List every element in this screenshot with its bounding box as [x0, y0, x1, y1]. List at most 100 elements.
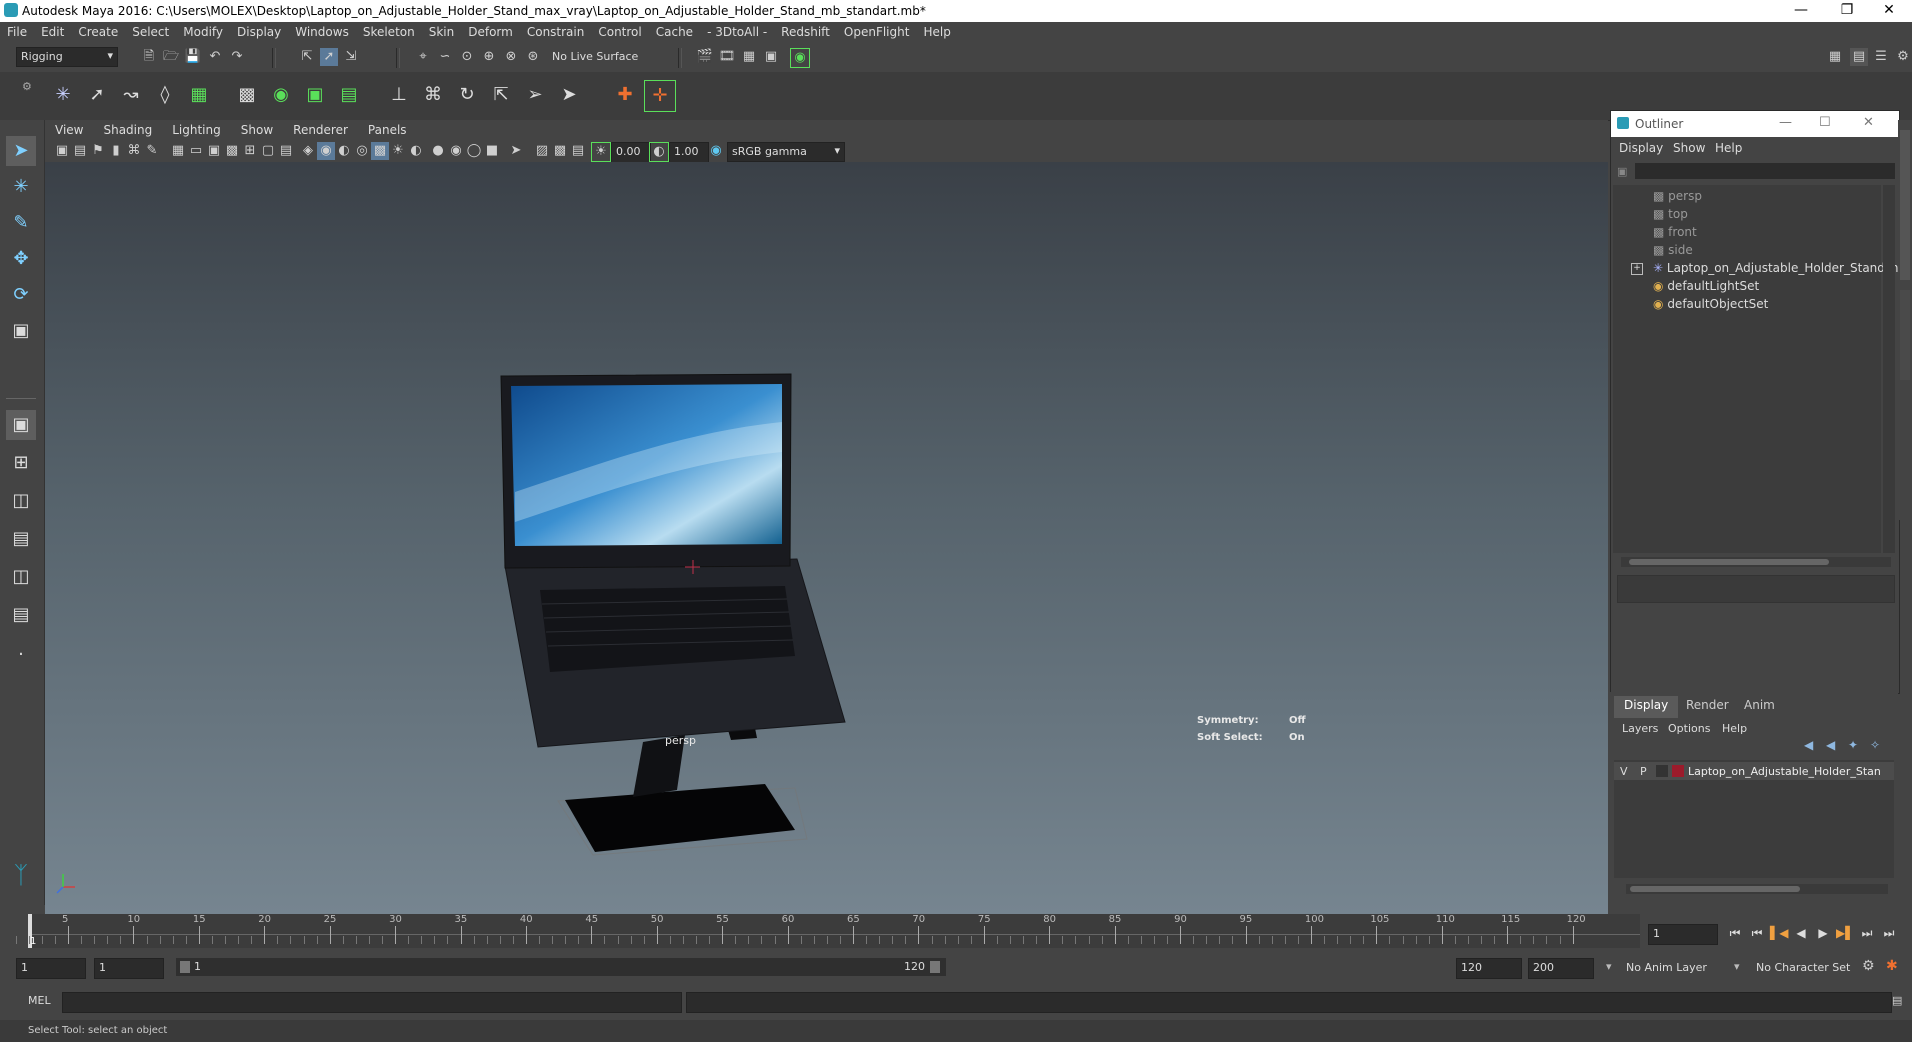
open-scene-icon[interactable]: 🗁	[162, 48, 180, 66]
outliner-hscroll-thumb[interactable]	[1629, 559, 1829, 565]
outliner-item-defaultobjectset[interactable]: ◉ defaultObjectSet	[1653, 297, 1768, 315]
locator-icon[interactable]: ✚	[610, 80, 640, 110]
ipr-render-icon[interactable]: 🎞	[718, 48, 736, 66]
tab-anim[interactable]: Anim	[1734, 696, 1785, 718]
anti-alias-icon[interactable]: ◯	[465, 142, 483, 160]
layer-color-swatch[interactable]	[1672, 765, 1684, 777]
step-back-key-icon[interactable]: ⏮	[1748, 924, 1766, 942]
play-backward-icon[interactable]: ◀	[1792, 924, 1810, 942]
viewport-menu-shading[interactable]: Shading	[93, 120, 162, 137]
point-constraint-icon[interactable]: ⌘	[418, 80, 448, 110]
menu-redshift[interactable]: Redshift	[774, 22, 837, 39]
filter-icon[interactable]: ▣	[1617, 165, 1627, 178]
layer-visibility-toggle[interactable]: V	[1620, 765, 1628, 778]
gamma-field[interactable]: 1.00	[669, 142, 709, 163]
parent-constraint-icon[interactable]: ⊥	[384, 80, 414, 110]
new-layer-selected-icon[interactable]: ✧	[1870, 738, 1880, 752]
snap-surface-icon[interactable]: ⊗	[502, 48, 520, 66]
cluster-icon[interactable]: ▣	[300, 80, 330, 110]
four-view-icon[interactable]: ⊞	[6, 448, 36, 478]
menu-cache[interactable]: Cache	[649, 22, 700, 39]
ik-spline-icon[interactable]: ↝	[116, 80, 146, 110]
isolate-select-icon[interactable]: ➤	[507, 142, 525, 160]
screen-space-ao-icon[interactable]: ●	[429, 142, 447, 160]
render-frame-icon[interactable]: 🎬	[696, 48, 714, 66]
select-tool-icon[interactable]: ➤	[6, 136, 36, 166]
layer-hscrollbar[interactable]	[1626, 884, 1888, 894]
playback-start-field[interactable]: 1	[94, 958, 164, 979]
wireframe-on-shaded-icon[interactable]: ◎	[353, 142, 371, 160]
aim-constraint-icon[interactable]: ➢	[520, 80, 550, 110]
use-all-lights-icon[interactable]: ☀	[389, 142, 407, 160]
outliner-menu-help[interactable]: Help	[1715, 141, 1742, 155]
menuset-dropdown[interactable]: Rigging ▾	[16, 47, 118, 67]
film-gate-icon[interactable]: ▭	[187, 142, 205, 160]
make-live-icon[interactable]: ⊛	[524, 48, 542, 66]
snap-curve-icon[interactable]: ∽	[436, 48, 454, 66]
colorspace-dropdown[interactable]: sRGB gamma ▾	[727, 142, 845, 162]
scale-tool-icon[interactable]: ▣	[6, 316, 36, 346]
chevron-down-icon[interactable]: ▾	[1734, 960, 1740, 973]
use-default-material-icon[interactable]: ◐	[335, 142, 353, 160]
undo-icon[interactable]: ↶	[206, 48, 224, 66]
menu-display[interactable]: Display	[230, 22, 288, 39]
attribute-editor-icon[interactable]: ▤	[1850, 48, 1868, 66]
channel-box-tab[interactable]	[1900, 130, 1910, 280]
restore-icon[interactable]: ❐	[1824, 0, 1870, 22]
expand-icon[interactable]: +	[1631, 263, 1643, 275]
new-layer-icon[interactable]: ✦	[1848, 738, 1858, 752]
snap-point-icon[interactable]: ⊙	[458, 48, 476, 66]
channel-box-icon[interactable]: ⚙	[1894, 48, 1912, 66]
outliner-hscrollbar[interactable]	[1621, 557, 1891, 567]
outliner-layout-icon[interactable]: ▤	[6, 600, 36, 630]
image-plane-icon[interactable]: ▮	[107, 142, 125, 160]
tab-display[interactable]: Display	[1614, 696, 1679, 718]
command-language-label[interactable]: MEL	[28, 994, 51, 1007]
pole-vector-icon[interactable]: ➤	[554, 80, 584, 110]
outliner-item-side[interactable]: ▩ side	[1653, 243, 1693, 261]
safe-title-icon[interactable]: ▤	[277, 142, 295, 160]
resolution-gate-icon[interactable]: ▣	[205, 142, 223, 160]
layer-row[interactable]: V P Laptop_on_Adjustable_Holder_Stan	[1614, 762, 1894, 780]
tab-render[interactable]: Render	[1676, 696, 1739, 718]
outliner-search-input[interactable]	[1635, 163, 1895, 179]
layers-menu-help[interactable]: Help	[1722, 722, 1747, 735]
menu-file[interactable]: File	[0, 22, 34, 39]
outliner-item-persp[interactable]: ▩ persp	[1653, 189, 1702, 207]
hypershade-icon[interactable]: ▣	[762, 48, 780, 66]
ik-handle-icon[interactable]: ➚	[82, 80, 112, 110]
go-to-end-icon[interactable]: ⏭	[1880, 924, 1898, 942]
menu-skin[interactable]: Skin	[422, 22, 462, 39]
custom-layout-icon[interactable]: ·	[6, 640, 36, 670]
character-set-dropdown[interactable]: No Character Set	[1756, 961, 1850, 974]
tool-settings-icon[interactable]: ☰	[1872, 48, 1890, 66]
viewport-menu-renderer[interactable]: Renderer	[283, 120, 358, 137]
rotate-tool-icon[interactable]: ⟳	[6, 280, 36, 310]
orient-joint-icon[interactable]: ▦	[184, 80, 214, 110]
play-forward-icon[interactable]: ▶	[1814, 924, 1832, 942]
step-forward-key-icon[interactable]: ⏭	[1858, 924, 1876, 942]
outliner-close-icon[interactable]: ✕	[1863, 115, 1874, 130]
gamma-icon[interactable]: ◐	[649, 142, 669, 162]
exposure-icon[interactable]: ☀	[591, 142, 611, 162]
step-back-frame-icon[interactable]: ▌◀	[1770, 924, 1788, 942]
gate-mask-icon[interactable]: ▩	[223, 142, 241, 160]
snap-grid-icon[interactable]: ⌖	[414, 48, 432, 66]
scene-start-field[interactable]: 1	[16, 958, 86, 979]
viewport-menu-lighting[interactable]: Lighting	[162, 120, 231, 137]
close-icon[interactable]: ✕	[1866, 0, 1912, 22]
shelf-gear-icon[interactable]: ⚙	[22, 80, 32, 93]
menu-skeleton[interactable]: Skeleton	[356, 22, 422, 39]
outliner-minimize-icon[interactable]: —	[1779, 115, 1792, 130]
xray-joints-icon[interactable]: ▩	[551, 142, 569, 160]
select-object-icon[interactable]: ➚	[320, 48, 338, 66]
joint-tool-icon[interactable]: ✳	[48, 80, 78, 110]
move-layer-up-icon[interactable]: ◀	[1804, 738, 1813, 752]
playback-end-field[interactable]: 120	[1456, 958, 1522, 979]
outliner-item-defaultlightset[interactable]: ◉ defaultLightSet	[1653, 279, 1759, 297]
render-view-icon[interactable]: ◉	[790, 48, 810, 68]
live-surface-label[interactable]: No Live Surface	[552, 50, 638, 63]
select-hierarchy-icon[interactable]: ⇱	[298, 48, 316, 66]
outliner-item-front[interactable]: ▩ front	[1653, 225, 1697, 243]
textured-icon[interactable]: ▩	[371, 142, 389, 160]
